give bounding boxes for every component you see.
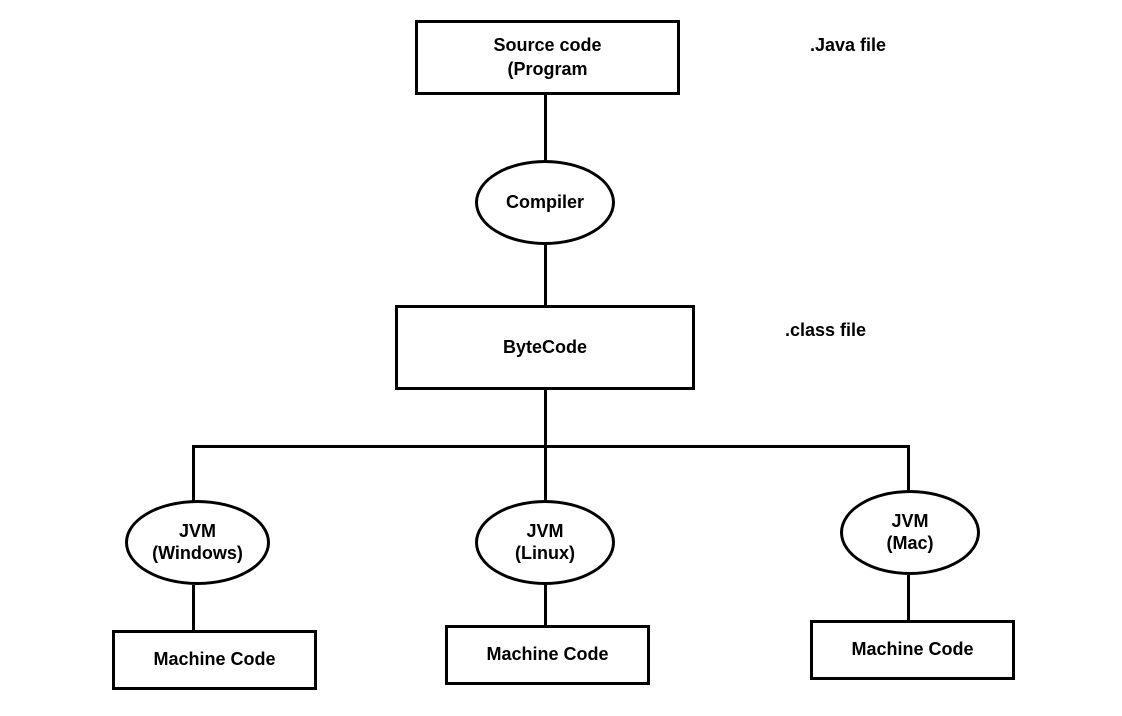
connector-compiler-bytecode: [544, 245, 547, 305]
java-compilation-diagram: Source code (Program .Java file Compiler…: [0, 0, 1122, 716]
jvm-linux-label-2: (Linux): [515, 543, 575, 565]
connector-jvm-mac-mc: [907, 575, 910, 620]
machine-code-linux-label: Machine Code: [486, 643, 608, 666]
source-code-label-1: Source code: [493, 34, 601, 57]
java-file-annotation: .Java file: [810, 35, 886, 56]
jvm-windows-ellipse: JVM (Windows): [125, 500, 270, 585]
source-code-label-2: (Program: [507, 58, 587, 81]
machine-code-mac-box: Machine Code: [810, 620, 1015, 680]
connector-horizontal: [192, 445, 910, 448]
jvm-linux-label-1: JVM: [526, 521, 563, 543]
class-file-annotation: .class file: [785, 320, 866, 341]
jvm-windows-label-2: (Windows): [152, 543, 243, 565]
machine-code-windows-label: Machine Code: [153, 648, 275, 671]
connector-jvm-linux-mc: [544, 585, 547, 630]
connector-jvm-windows-mc: [192, 585, 195, 630]
compiler-label: Compiler: [506, 192, 584, 214]
connector-to-jvm-windows: [192, 445, 195, 505]
connector-to-jvm-linux: [544, 445, 547, 505]
jvm-mac-label-2: (Mac): [886, 533, 933, 555]
connector-bytecode-down: [544, 390, 547, 445]
source-code-box: Source code (Program: [415, 20, 680, 95]
connector-source-compiler: [544, 95, 547, 160]
jvm-linux-ellipse: JVM (Linux): [475, 500, 615, 585]
jvm-mac-ellipse: JVM (Mac): [840, 490, 980, 575]
machine-code-mac-label: Machine Code: [851, 638, 973, 661]
compiler-ellipse: Compiler: [475, 160, 615, 245]
machine-code-windows-box: Machine Code: [112, 630, 317, 690]
machine-code-linux-box: Machine Code: [445, 625, 650, 685]
bytecode-box: ByteCode: [395, 305, 695, 390]
jvm-mac-label-1: JVM: [891, 511, 928, 533]
bytecode-label: ByteCode: [503, 336, 587, 359]
jvm-windows-label-1: JVM: [179, 521, 216, 543]
